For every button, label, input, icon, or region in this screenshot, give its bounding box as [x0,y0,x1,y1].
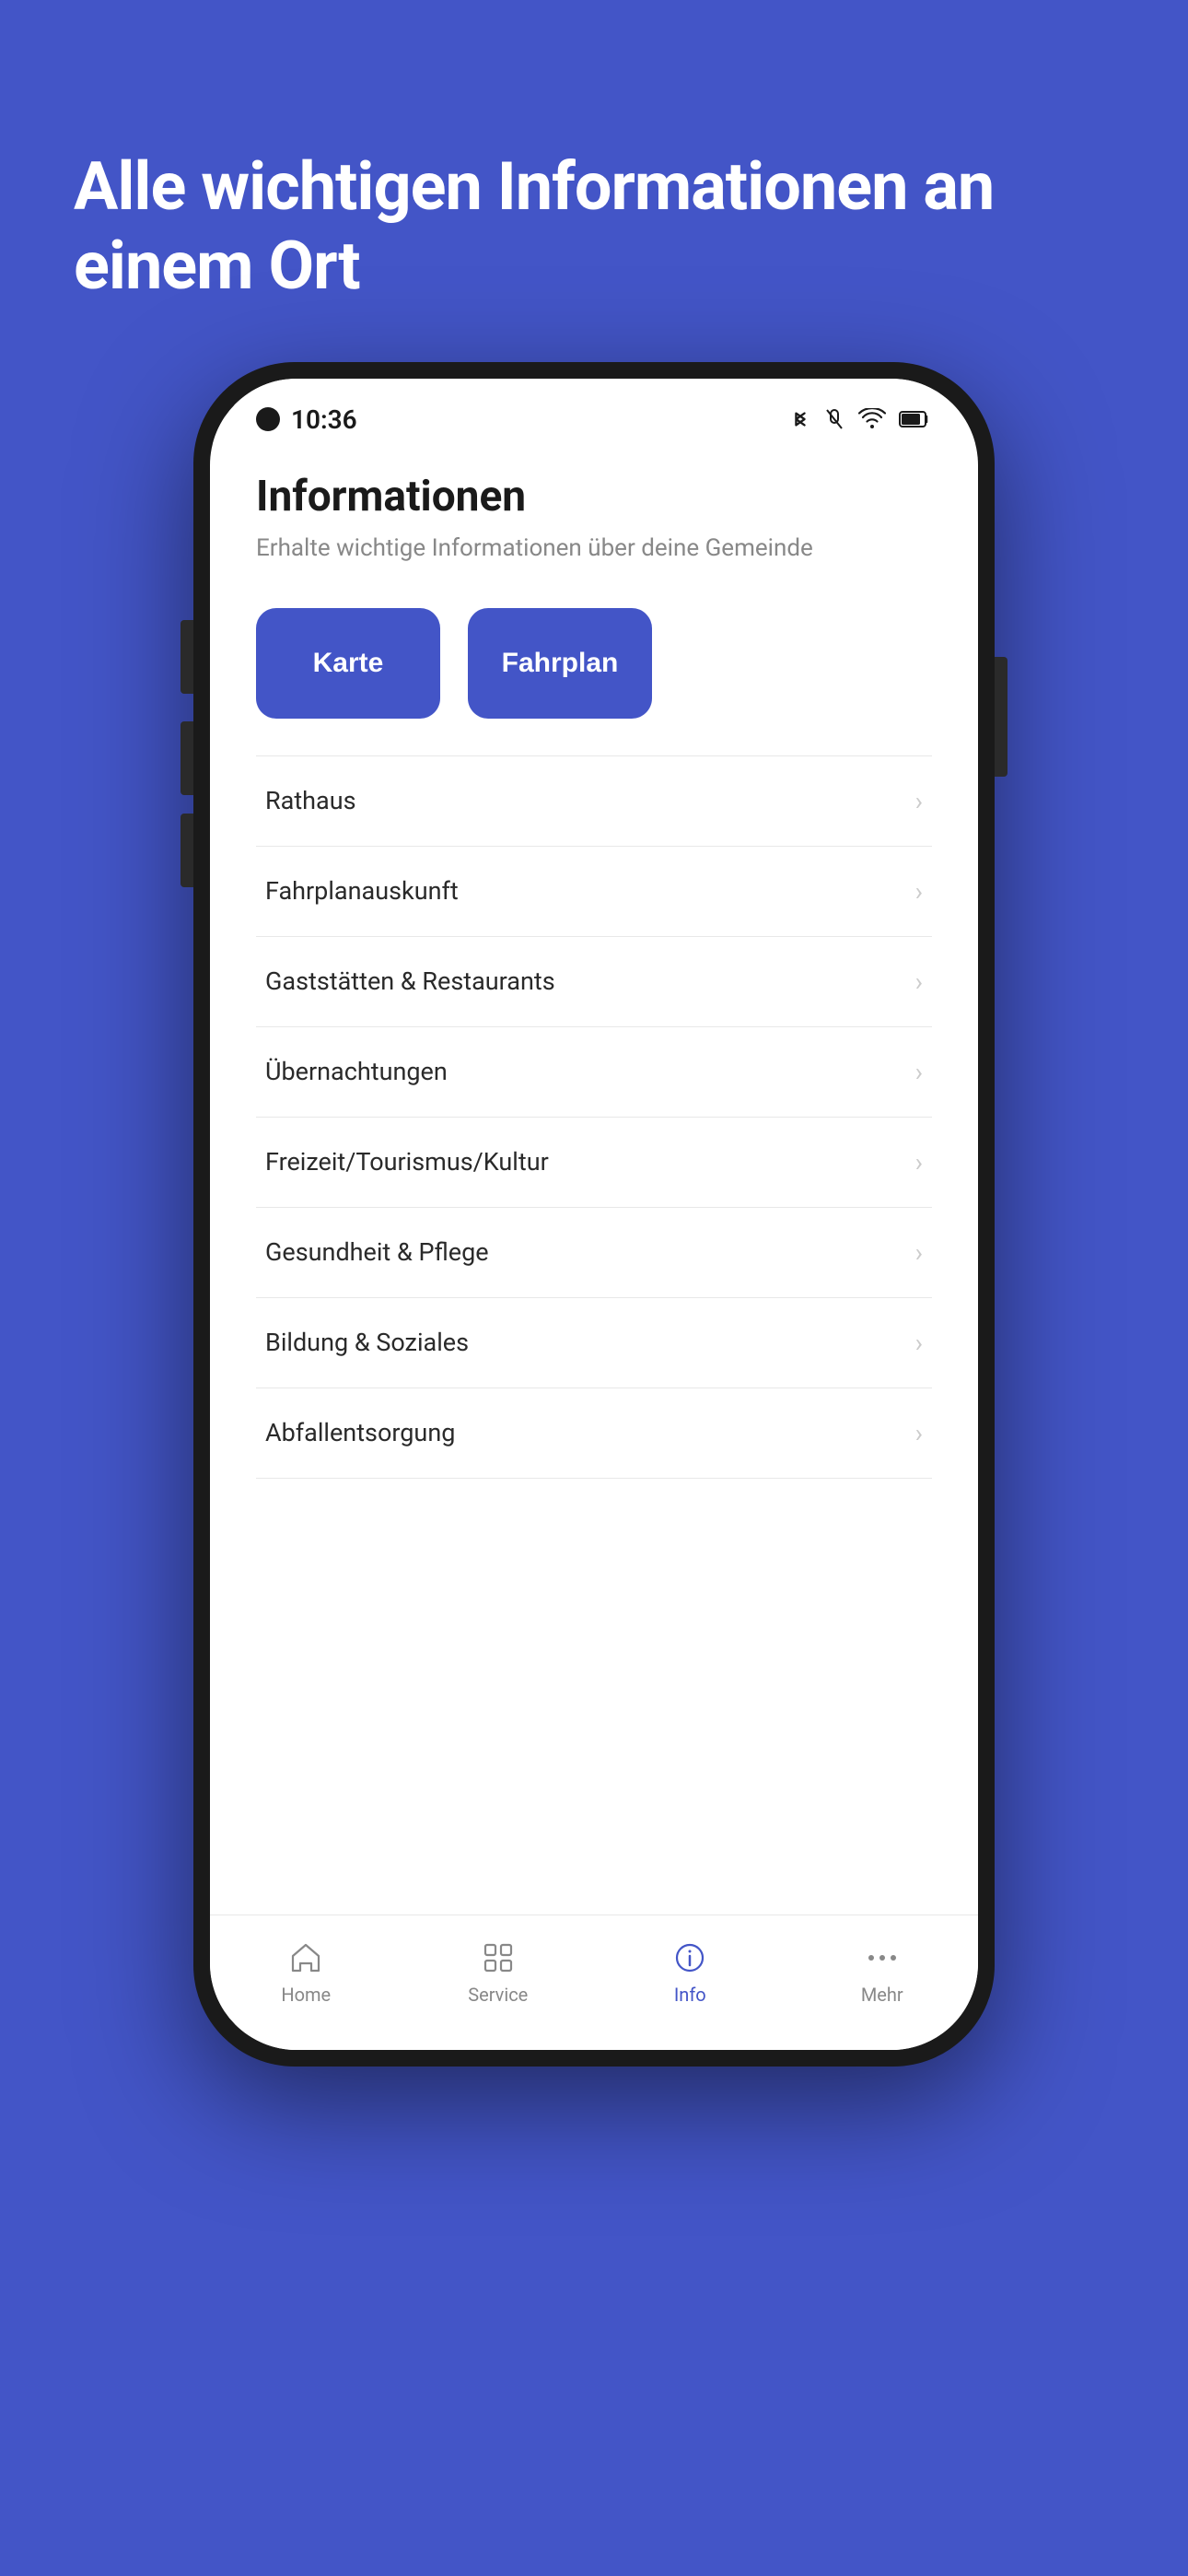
hero-title: Alle wichtigen Informationen an einem Or… [74,147,1114,307]
menu-item-freizeit[interactable]: Freizeit/Tourismus/Kultur › [256,1118,932,1208]
time-display: 10:36 [291,404,357,435]
page-title: Informationen [256,472,932,521]
menu-item-bildung[interactable]: Bildung & Soziales › [256,1298,932,1388]
nav-label-service: Service [468,1984,528,2006]
menu-item-gaststätten[interactable]: Gaststätten & Restaurants › [256,937,932,1027]
chevron-icon: › [915,966,923,997]
chevron-icon: › [915,1057,923,1087]
volume-button-2 [181,814,193,887]
chevron-icon: › [915,786,923,816]
menu-item-abfallentsorgung[interactable]: Abfallentsorgung › [256,1388,932,1479]
page-subtitle: Erhalte wichtige Informationen über dein… [256,534,932,562]
status-icons [790,406,932,432]
bluetooth-icon [790,406,810,432]
menu-item-uebernachtungen[interactable]: Übernachtungen › [256,1027,932,1118]
app-content: Informationen Erhalte wichtige Informati… [210,444,978,1914]
chevron-icon: › [915,1328,923,1358]
status-time: 10:36 [256,404,357,435]
nav-item-info[interactable]: Info [594,1932,786,2013]
wifi-icon [858,408,886,430]
battery-icon [899,409,932,429]
phone-device: 10:36 [193,362,995,2067]
nav-item-mehr[interactable]: Mehr [786,1932,979,2013]
menu-item-rathaus[interactable]: Rathaus › [256,755,932,847]
quick-actions: Karte Fahrplan [256,608,932,719]
mute-icon [823,406,845,432]
home-icon [287,1939,324,1976]
status-bar: 10:36 [210,379,978,444]
karte-button[interactable]: Karte [256,608,440,719]
menu-item-gesundheit[interactable]: Gesundheit & Pflege › [256,1208,932,1298]
fahrplan-button[interactable]: Fahrplan [468,608,652,719]
chevron-icon: › [915,876,923,907]
bottom-nav: Home Service [210,1914,978,2050]
nav-label-info: Info [674,1984,706,2006]
more-icon [864,1939,901,1976]
nav-item-home[interactable]: Home [210,1932,402,2013]
nav-label-home: Home [281,1984,331,2006]
nav-label-mehr: Mehr [861,1984,903,2006]
info-icon [671,1939,708,1976]
nav-item-service[interactable]: Service [402,1932,595,2013]
menu-item-fahrplanauskunft[interactable]: Fahrplanauskunft › [256,847,932,937]
hero-section: Alle wichtigen Informationen an einem Or… [0,0,1188,362]
volume-button-1 [181,721,193,795]
phone-wrapper: 10:36 [0,362,1188,2576]
menu-list: Rathaus › Fahrplanauskunft › Gaststätten… [256,755,932,1914]
chevron-icon: › [915,1237,923,1268]
phone-screen: 10:36 [210,379,978,2050]
chevron-icon: › [915,1147,923,1177]
chevron-icon: › [915,1418,923,1448]
camera-dot [256,407,280,431]
grid-icon [480,1939,517,1976]
